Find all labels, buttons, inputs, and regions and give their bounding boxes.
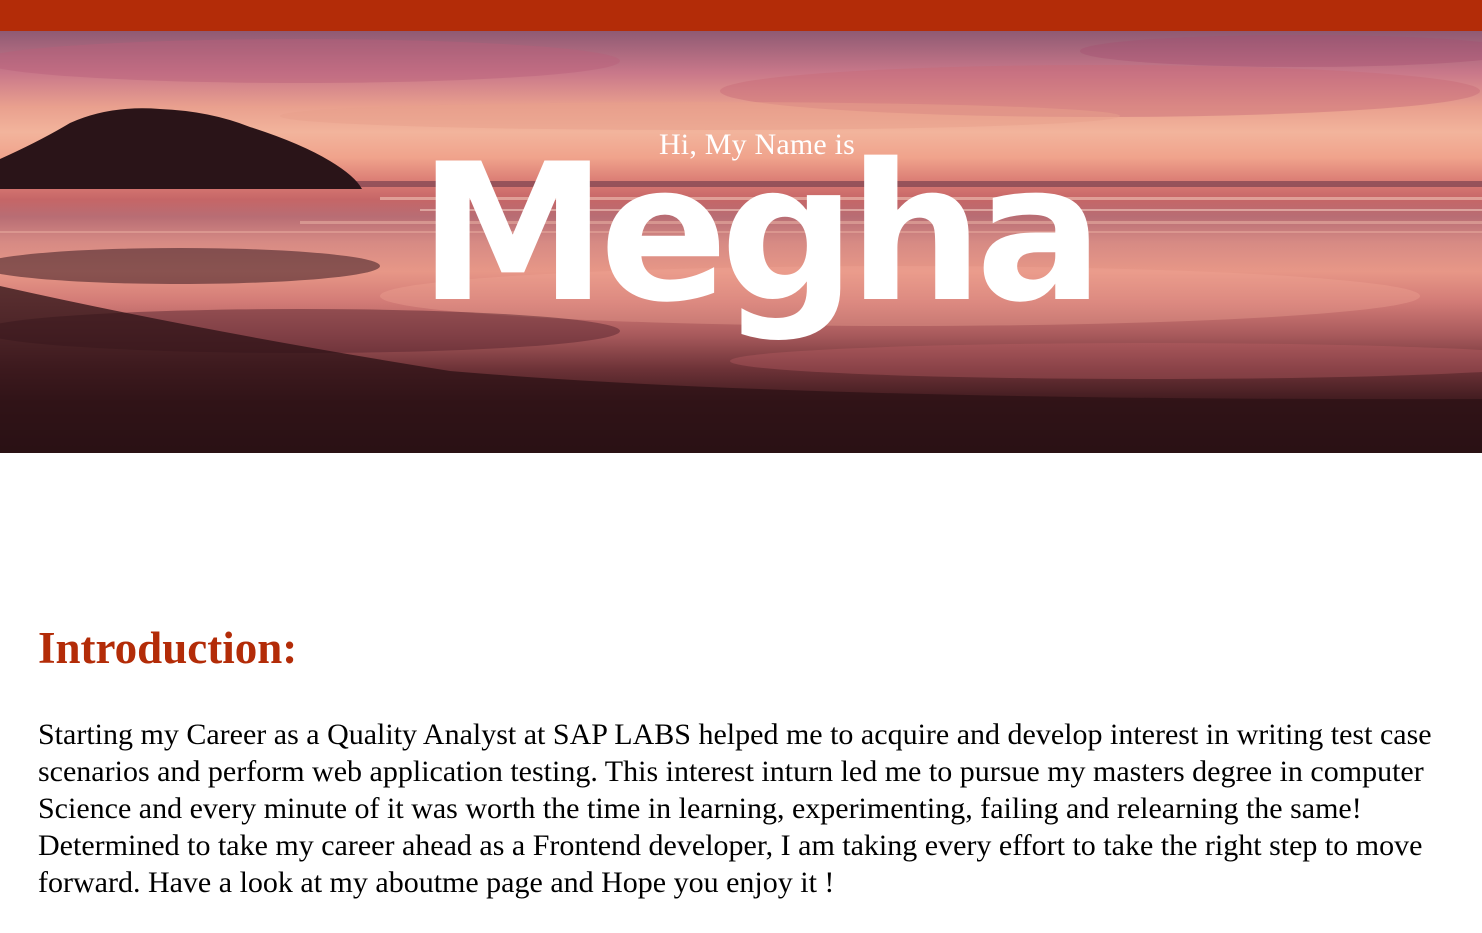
intro-paragraph: Starting my Career as a Quality Analyst … xyxy=(38,718,1432,899)
hero-banner: Hi, My Name is Megha xyxy=(0,31,1482,453)
top-accent-bar xyxy=(0,0,1482,31)
hero-name: Megha xyxy=(418,123,1103,344)
intro-heading: Introduction: xyxy=(38,623,298,673)
